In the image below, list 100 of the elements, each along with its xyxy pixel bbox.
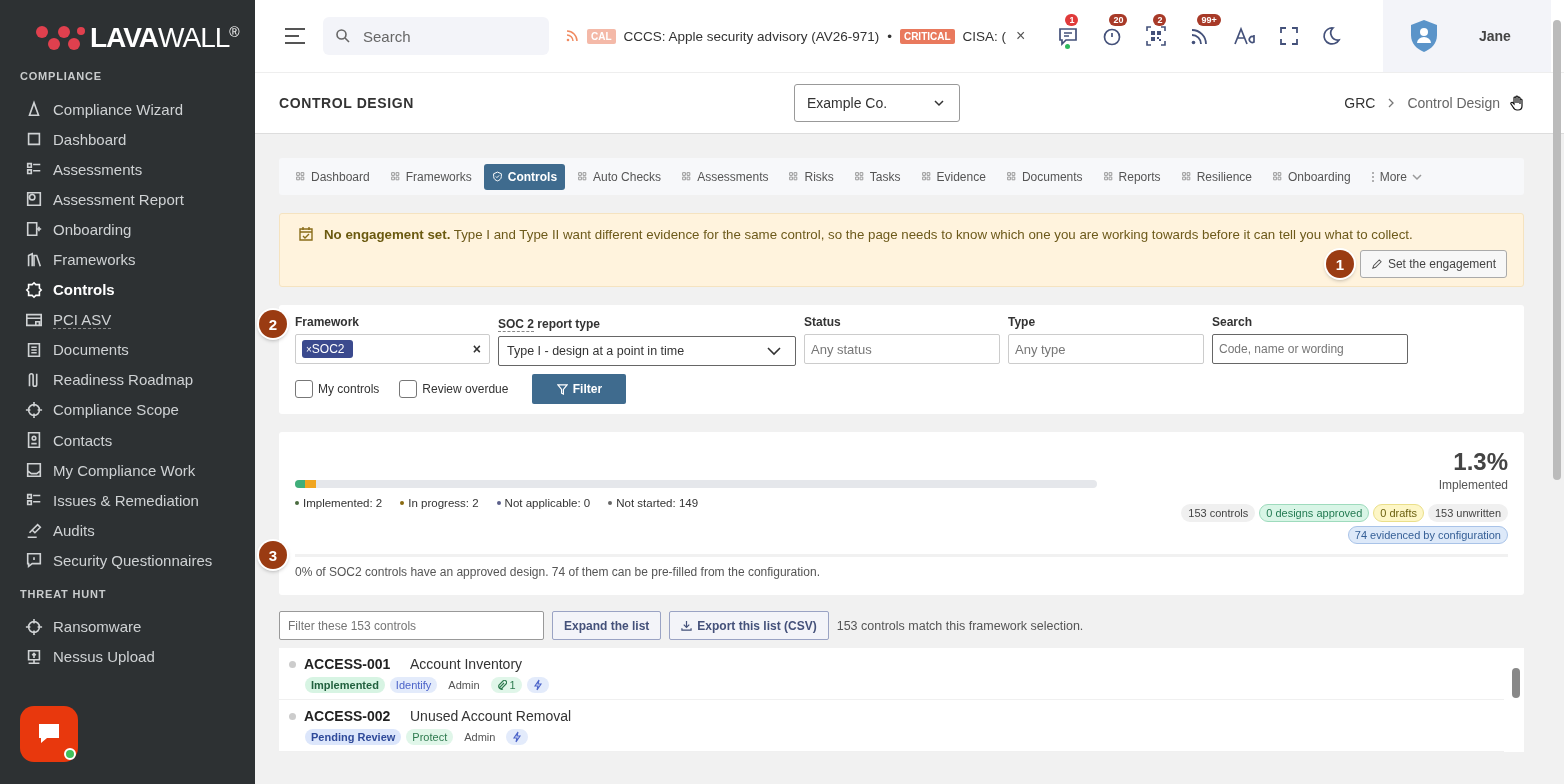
scrollbar-thumb[interactable] bbox=[1512, 668, 1520, 698]
field-label: Status bbox=[804, 315, 842, 329]
sidebar-item[interactable]: Ransomware bbox=[0, 611, 255, 642]
control-code[interactable]: ACCESS-001 bbox=[304, 656, 402, 672]
grid-icon bbox=[788, 171, 800, 182]
control-name[interactable]: Unused Account Removal bbox=[410, 708, 572, 724]
chat-icon[interactable] bbox=[1057, 25, 1080, 47]
hand-icon bbox=[1510, 95, 1524, 111]
percent-label: Implemented bbox=[1438, 478, 1508, 492]
status-dot bbox=[289, 712, 296, 720]
control-tag: Implemented bbox=[305, 677, 385, 693]
match-count: 153 controls match this framework selection. bbox=[836, 618, 1084, 633]
sidebar-item[interactable]: My Compliance Work bbox=[0, 455, 255, 486]
qr-code-icon[interactable] bbox=[1145, 25, 1168, 47]
chat-button[interactable] bbox=[20, 706, 78, 762]
filter-field[interactable]: Filter these 153 controls bbox=[279, 611, 544, 640]
download-icon bbox=[681, 620, 693, 631]
grid-icon bbox=[295, 171, 306, 182]
tab[interactable]: Dashboard bbox=[287, 163, 378, 190]
online-dot bbox=[64, 748, 76, 760]
chevron-down-icon bbox=[1412, 172, 1423, 181]
moon-icon[interactable] bbox=[1321, 26, 1342, 46]
count-chip: 74 evidenced by configuration bbox=[1347, 526, 1508, 544]
tab[interactable]: Resilience bbox=[1172, 163, 1260, 190]
notification-count: 99+ bbox=[1197, 14, 1221, 26]
sidebar-item[interactable]: Onboarding bbox=[0, 214, 255, 245]
sidebar-item[interactable]: Audits bbox=[0, 515, 255, 546]
shield-avatar-icon[interactable] bbox=[1409, 19, 1439, 53]
tab[interactable]: Risks bbox=[780, 163, 842, 190]
control-code[interactable]: ACCESS-002 bbox=[304, 708, 402, 724]
export-button[interactable]: Export this list (CSV) bbox=[669, 611, 829, 640]
sidebar-item[interactable]: Assessments bbox=[0, 154, 255, 185]
checkbox[interactable] bbox=[295, 380, 313, 398]
sidebar-item[interactable]: Frameworks bbox=[0, 244, 255, 275]
tab[interactable]: Tasks bbox=[845, 163, 909, 190]
tab[interactable]: Evidence bbox=[912, 163, 994, 190]
font-size-icon[interactable] bbox=[1233, 26, 1258, 46]
severity-tag: CRITICAL bbox=[899, 28, 955, 44]
close-button[interactable]: × bbox=[1014, 26, 1028, 46]
sidebar-item[interactable]: Security Questionnaires bbox=[0, 545, 255, 576]
tab[interactable]: Auto Checks bbox=[569, 163, 670, 190]
scrollbar-thumb[interactable] bbox=[1553, 20, 1561, 480]
checkbox-label: My controls bbox=[318, 382, 380, 396]
status-dot bbox=[289, 660, 296, 668]
status-field[interactable]: Any status bbox=[804, 334, 1000, 364]
sidebar-item[interactable]: Compliance Wizard bbox=[0, 94, 255, 125]
tab[interactable]: Frameworks bbox=[381, 163, 480, 190]
framework-field[interactable]: ×SOC2 × bbox=[295, 334, 490, 364]
sidebar-item[interactable]: Dashboard bbox=[0, 124, 255, 155]
control-tag: Pending Review bbox=[305, 729, 402, 745]
sidebar-item[interactable]: Compliance Scope bbox=[0, 394, 255, 426]
tab[interactable]: Reports bbox=[1094, 163, 1169, 190]
count-chip: 153 unwritten bbox=[1427, 504, 1508, 522]
tab[interactable]: Documents bbox=[997, 163, 1091, 190]
lightning-icon bbox=[532, 679, 543, 691]
grid-icon bbox=[1005, 171, 1017, 182]
search-input[interactable]: Search bbox=[361, 26, 525, 46]
tab[interactable]: Onboarding bbox=[1264, 163, 1359, 190]
brand-name: LAVAWALL$^{®}$ bbox=[90, 22, 239, 54]
sidebar-item[interactable]: Contacts bbox=[0, 425, 255, 456]
attachment-tag: 1 bbox=[490, 677, 522, 693]
framework-chip[interactable]: ×SOC2 bbox=[302, 340, 353, 358]
tab[interactable]: Assessments bbox=[673, 163, 777, 190]
field-label: Framework bbox=[295, 315, 361, 329]
sidebar-item[interactable]: Controls bbox=[0, 274, 255, 305]
fullscreen-icon[interactable] bbox=[1279, 26, 1300, 46]
expand-button[interactable]: Expand the list bbox=[552, 611, 662, 640]
news-headline[interactable]: CISA: ( bbox=[962, 28, 1007, 44]
report-type-select[interactable]: Type I - design at a point in time bbox=[498, 336, 796, 366]
chevron-icon bbox=[1387, 98, 1396, 108]
sidebar-item[interactable]: Readiness Roadmap bbox=[0, 364, 255, 395]
control-tag: Admin bbox=[442, 677, 486, 693]
notification-count: 20 bbox=[1109, 14, 1128, 26]
filter-button[interactable]: Filter bbox=[532, 374, 627, 404]
sidebar-item[interactable]: Issues & Remediation bbox=[0, 485, 255, 516]
user-name[interactable]: Jane bbox=[1479, 28, 1511, 44]
search-field[interactable]: Code, name or wording bbox=[1212, 334, 1408, 364]
set-engagement-button[interactable]: Set the engagement bbox=[1359, 250, 1507, 278]
tab[interactable]: Controls bbox=[483, 163, 566, 190]
news-headline[interactable]: CCCS: Apple security advisory (AV26-971) bbox=[623, 28, 880, 44]
sidebar-item[interactable]: Documents bbox=[0, 334, 255, 365]
breadcrumb-link[interactable]: GRC bbox=[1344, 95, 1376, 111]
grid-icon bbox=[389, 171, 401, 182]
percent-value: 1.3% bbox=[1453, 448, 1508, 476]
checkbox[interactable] bbox=[399, 380, 418, 398]
grid-icon bbox=[853, 171, 865, 182]
company-select[interactable]: Example Co. bbox=[794, 84, 960, 122]
control-name[interactable]: Account Inventory bbox=[410, 656, 523, 672]
type-field[interactable]: Any type bbox=[1008, 334, 1204, 364]
search-field[interactable]: Search bbox=[323, 17, 549, 55]
rss-icon bbox=[565, 29, 579, 43]
calendar-icon bbox=[298, 226, 314, 242]
tab[interactable]: More bbox=[1362, 163, 1431, 190]
legend-label: Implemented: 2 bbox=[303, 497, 383, 509]
sidebar-item[interactable]: Nessus Upload bbox=[0, 641, 255, 672]
grid-icon bbox=[920, 171, 932, 182]
grid-icon bbox=[1102, 171, 1114, 182]
control-tag: Identify bbox=[389, 677, 438, 693]
sidebar-item[interactable]: PCI ASV bbox=[0, 304, 255, 335]
sidebar-item[interactable]: Assessment Report bbox=[0, 184, 255, 215]
